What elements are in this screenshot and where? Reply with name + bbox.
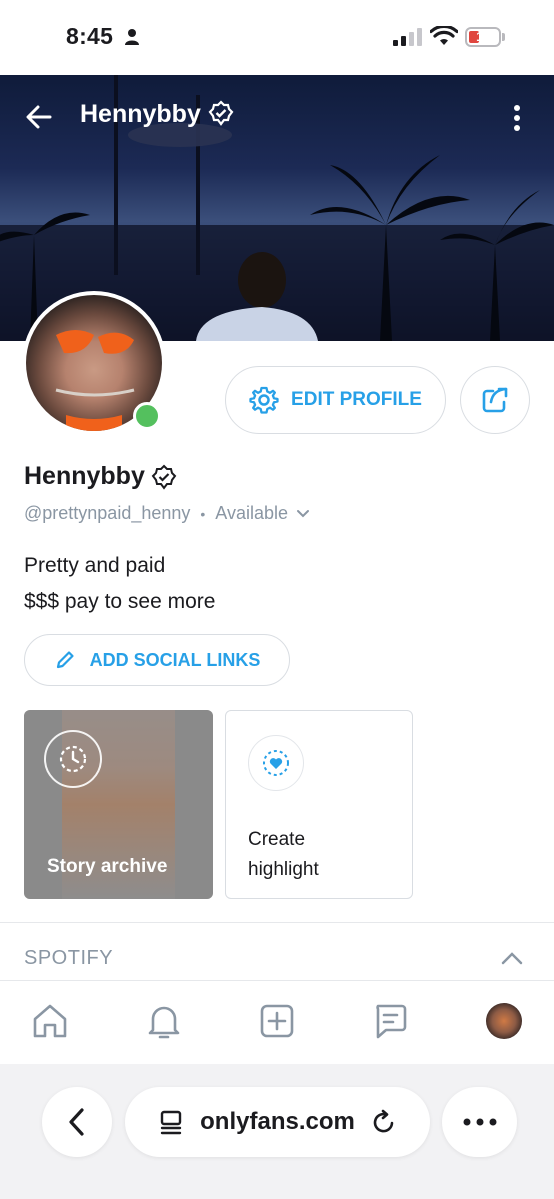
bio-line: Pretty and paid bbox=[24, 554, 166, 577]
more-options-icon[interactable] bbox=[512, 104, 522, 132]
chevron-up-icon[interactable] bbox=[500, 950, 524, 966]
add-post-icon[interactable] bbox=[257, 1001, 297, 1041]
edit-profile-button[interactable]: EDIT PROFILE bbox=[225, 366, 446, 434]
person-icon bbox=[125, 29, 139, 45]
wifi-icon bbox=[430, 26, 458, 45]
cellular-signal-icon bbox=[393, 28, 422, 46]
profile-handle: @prettynpaid_henny bbox=[24, 503, 191, 523]
add-social-links-button[interactable]: ADD SOCIAL LINKS bbox=[24, 634, 290, 686]
add-social-links-label: ADD SOCIAL LINKS bbox=[89, 649, 261, 670]
browser-back-button[interactable] bbox=[42, 1087, 112, 1157]
browser-address-bar[interactable]: onlyfans.com bbox=[125, 1087, 430, 1157]
browser-url: onlyfans.com bbox=[200, 1108, 355, 1135]
browser-more-button[interactable] bbox=[442, 1087, 517, 1157]
more-horizontal-icon bbox=[463, 1118, 496, 1126]
bio-line: $$$ pay to see more bbox=[24, 590, 216, 613]
share-profile-button[interactable] bbox=[460, 366, 530, 434]
chevron-left-icon bbox=[69, 1108, 84, 1136]
back-arrow-icon[interactable] bbox=[24, 102, 54, 132]
spotify-section-title: SPOTIFY bbox=[24, 947, 114, 969]
online-status-dot bbox=[133, 402, 161, 430]
header-title: Hennybby bbox=[80, 100, 234, 129]
status-time: 8:45 bbox=[66, 23, 114, 49]
battery-icon: 11 bbox=[465, 27, 501, 47]
profile-bio: Pretty and paid $$$ pay to see more bbox=[24, 548, 215, 620]
highlight-heart-icon bbox=[248, 735, 304, 791]
handle-separator: • bbox=[200, 505, 206, 522]
pencil-icon bbox=[56, 651, 74, 669]
bell-icon[interactable] bbox=[144, 1001, 184, 1041]
clock-history-icon bbox=[44, 730, 102, 788]
browser-toolbar: onlyfans.com bbox=[0, 1064, 554, 1199]
bottom-navigation bbox=[0, 980, 554, 1065]
edit-profile-label: EDIT PROFILE bbox=[291, 389, 422, 410]
verified-badge-icon bbox=[151, 464, 177, 490]
create-highlight-card[interactable]: Create highlight bbox=[225, 710, 413, 899]
availability-label: Available bbox=[215, 503, 289, 523]
story-archive-card[interactable]: Story archive bbox=[24, 710, 213, 899]
profile-avatar-nav[interactable] bbox=[486, 1003, 522, 1039]
gear-icon bbox=[249, 386, 279, 414]
profile-name: Hennybby bbox=[24, 462, 177, 491]
page-menu-icon[interactable] bbox=[158, 1109, 184, 1135]
verified-badge-icon bbox=[208, 100, 234, 126]
section-divider bbox=[0, 922, 554, 923]
story-archive-label: Story archive bbox=[47, 856, 168, 877]
chevron-down-icon bbox=[297, 509, 310, 517]
highlight-label-line: highlight bbox=[248, 859, 319, 880]
reload-icon[interactable] bbox=[371, 1109, 397, 1135]
battery-level: 11 bbox=[476, 29, 490, 44]
share-icon bbox=[482, 387, 508, 413]
header-title-text: Hennybby bbox=[80, 100, 201, 128]
highlight-label-line: Create bbox=[248, 829, 306, 850]
availability-selector[interactable]: Available bbox=[215, 503, 310, 524]
profile-name-text: Hennybby bbox=[24, 462, 145, 490]
battery-tip bbox=[502, 33, 505, 41]
messages-icon[interactable] bbox=[370, 1001, 410, 1041]
create-highlight-label: Create highlight bbox=[248, 825, 319, 885]
home-icon[interactable] bbox=[30, 1001, 70, 1041]
handle-row: @prettynpaid_henny • Available bbox=[24, 503, 310, 524]
